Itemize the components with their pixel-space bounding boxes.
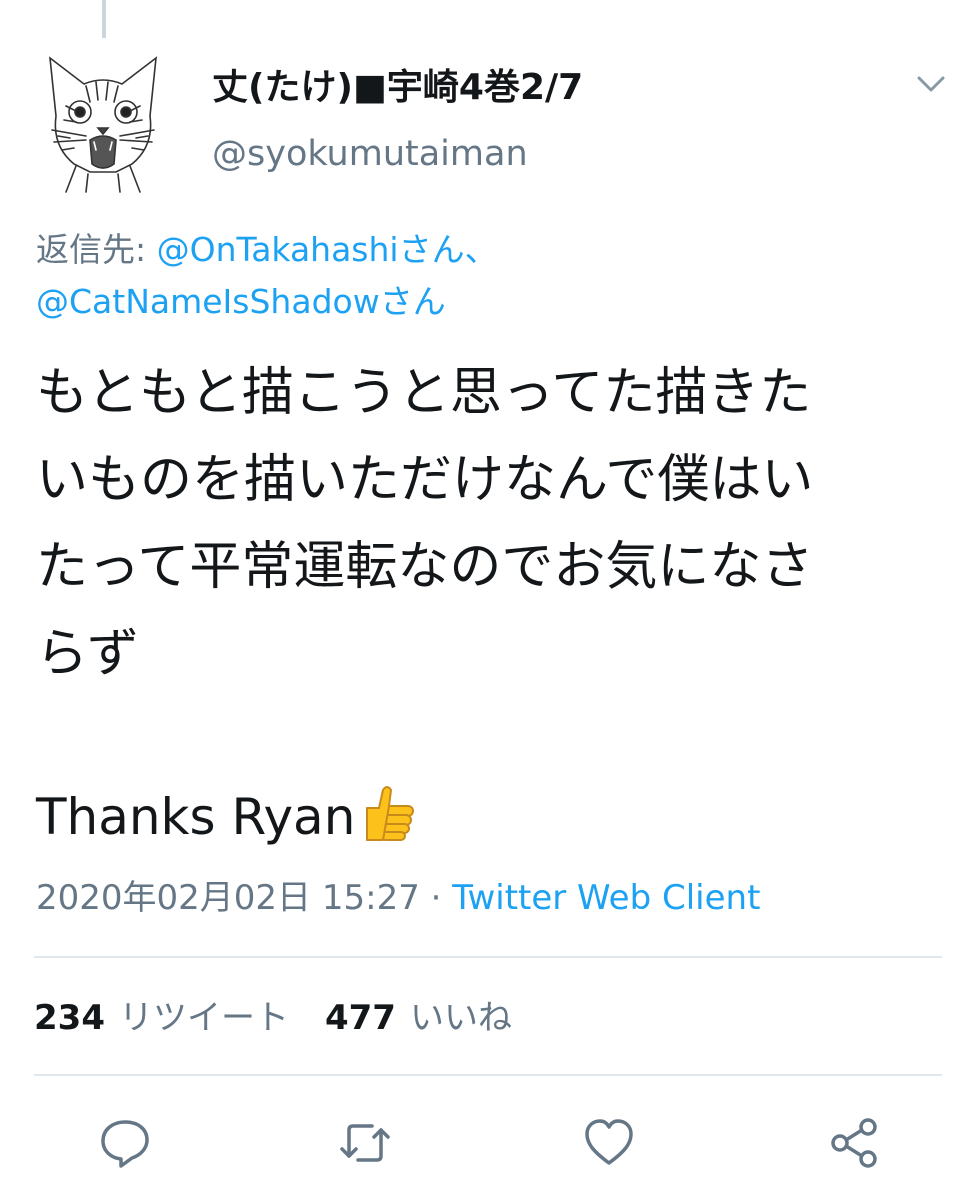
reply-mention-link[interactable]: @CatNameIsShadowさん <box>36 282 446 321</box>
retweet-button[interactable] <box>338 1116 392 1170</box>
display-name[interactable]: 丈(たけ)■宇崎4巻2/7 <box>212 66 583 110</box>
share-button[interactable] <box>828 1116 882 1170</box>
tweet-text-line: いものを描いただけなんで僕はい <box>36 450 814 510</box>
user-handle[interactable]: @syokumutaiman <box>212 132 528 176</box>
client-link[interactable]: Twitter Web Client <box>452 878 760 918</box>
cat-avatar-icon <box>49 56 157 193</box>
reply-mention-link[interactable]: @OnTakahashiさん、 <box>157 230 498 269</box>
chevron-down-icon <box>917 76 945 92</box>
retweets-label: リツイート <box>118 998 289 1038</box>
heart-icon <box>585 1119 633 1165</box>
tweet-stats: 234 リツイート 477 いいね <box>34 994 512 1042</box>
thanks-text: Thanks Ryan <box>36 788 356 846</box>
reply-to-line: @CatNameIsShadowさん <box>36 280 446 324</box>
thumbs-up-icon <box>357 780 419 842</box>
likes-label: いいね <box>409 998 512 1038</box>
tweet-text-line: らず <box>36 624 139 684</box>
tweet-meta: 2020年02月02日 15:27 · Twitter Web Client <box>36 874 760 922</box>
timestamp[interactable]: 2020年02月02日 15:27 <box>36 878 420 918</box>
reply-icon <box>101 1120 149 1168</box>
reply-button[interactable] <box>98 1116 152 1170</box>
tweet-text: もともと描こうと思ってた描きた いものを描いただけなんで僕はい たって平常運転な… <box>36 350 936 698</box>
retweets-stat[interactable]: 234 リツイート <box>34 998 289 1038</box>
retweet-icon <box>340 1124 390 1162</box>
likes-stat[interactable]: 477 いいね <box>325 998 512 1038</box>
tweet-thanks-line: Thanks Ryan <box>36 780 419 853</box>
likes-count: 477 <box>324 998 396 1038</box>
tweet-text-line: たって平常運転なのでお気になさ <box>36 537 814 597</box>
retweets-count: 234 <box>34 998 105 1038</box>
thread-connector-line <box>102 0 106 38</box>
reply-prefix: 返信先: <box>36 230 157 269</box>
like-button[interactable] <box>582 1116 636 1170</box>
reply-to-line: 返信先: @OnTakahashiさん、 <box>36 228 498 272</box>
divider <box>34 1074 942 1076</box>
avatar[interactable] <box>36 46 170 194</box>
tweet-text-line: もともと描こうと思ってた描きた <box>36 363 812 423</box>
divider <box>34 956 942 958</box>
share-icon <box>831 1118 877 1168</box>
tweet-menu-button[interactable] <box>913 70 949 98</box>
meta-separator: · <box>419 878 453 918</box>
